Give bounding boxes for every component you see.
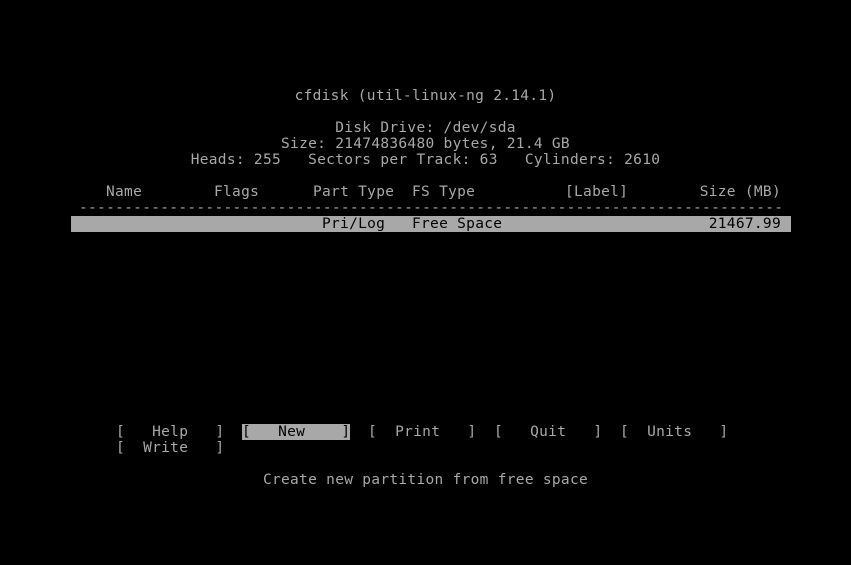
menu-units-button[interactable]: [ Units ]: [620, 424, 728, 440]
menu-write-button[interactable]: [ Write ]: [116, 440, 224, 456]
status-message: Create new partition from free space: [262, 472, 589, 488]
menu-help-button[interactable]: [ Help ]: [116, 424, 224, 440]
row-fs-type: Free Space: [412, 216, 503, 232]
table-row[interactable]: Pri/Log Free Space 21467.99: [71, 216, 791, 232]
menu-new-button[interactable]: [ New ]: [242, 424, 351, 440]
disk-drive: Disk Drive: /dev/sda: [335, 120, 516, 136]
column-fs-type: FS Type: [412, 184, 476, 200]
row-part-type: Pri/Log: [322, 216, 386, 232]
app-title: cfdisk (util-linux-ng 2.14.1): [294, 88, 557, 104]
column-size: Size (MB): [699, 184, 781, 200]
column-flags: Flags: [214, 184, 260, 200]
column-name: Name: [106, 184, 143, 200]
menu-quit-button[interactable]: [ Quit ]: [494, 424, 602, 440]
column-label: [Label]: [565, 184, 629, 200]
menu-print-button[interactable]: [ Print ]: [368, 424, 476, 440]
disk-size: Size: 21474836480 bytes, 21.4 GB: [281, 136, 570, 152]
partition-table-header: Name Flags Part Type FS Type [Label] Siz…: [0, 184, 851, 200]
row-size: 21467.99: [708, 216, 781, 232]
column-part-type: Part Type: [313, 184, 395, 200]
disk-geometry: Heads: 255 Sectors per Track: 63 Cylinde…: [190, 152, 661, 168]
table-divider: ----------------------------------------…: [79, 200, 782, 216]
